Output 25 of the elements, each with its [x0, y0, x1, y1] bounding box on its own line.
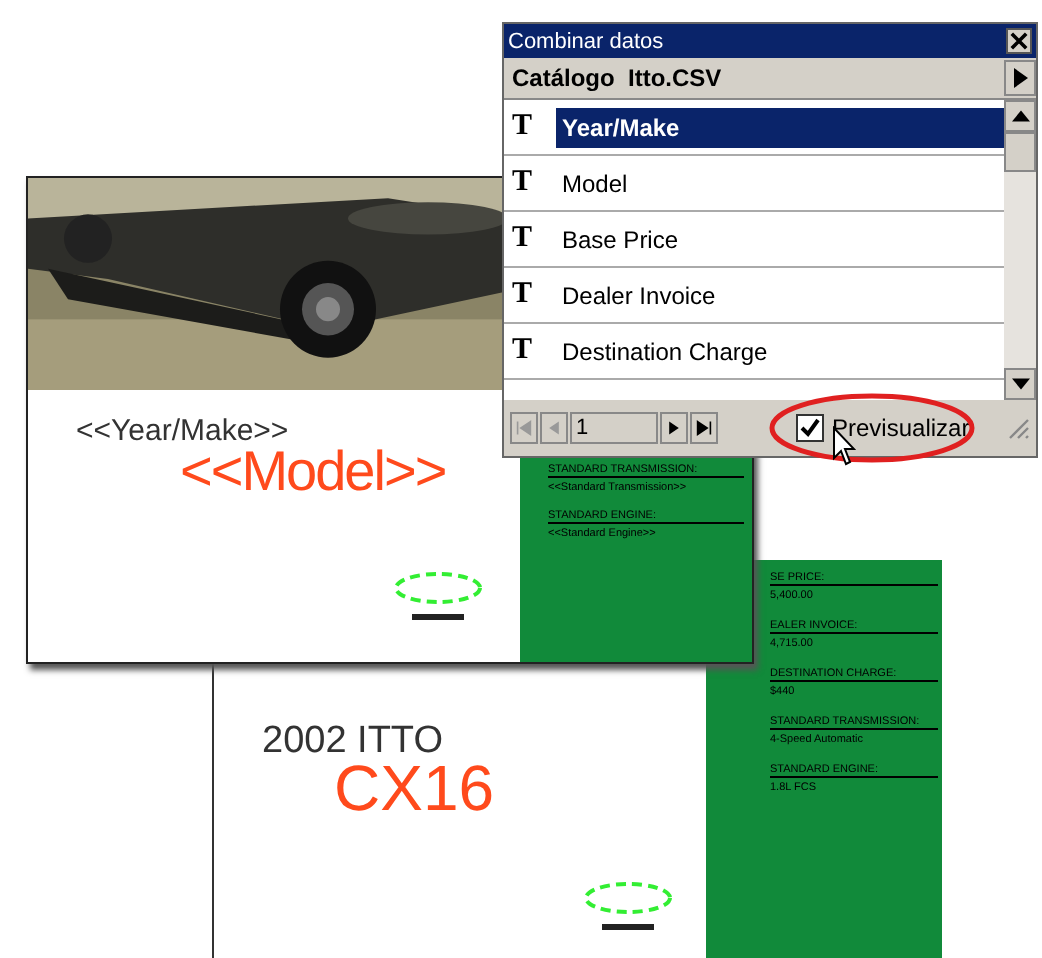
text-field-icon: T: [512, 110, 556, 144]
data-source-name: Catálogo Itto.CSV: [510, 64, 722, 92]
preview-checkbox[interactable]: [796, 414, 824, 442]
last-icon: [696, 420, 712, 436]
text-field-icon: T: [512, 278, 556, 312]
close-icon: [1010, 32, 1028, 50]
scrollbar[interactable]: [1004, 100, 1036, 400]
triangle-right-icon: [1012, 68, 1028, 88]
text-field-icon: T: [512, 334, 556, 368]
panel-title[interactable]: Combinar datos: [508, 29, 664, 53]
resize-grip-icon[interactable]: [1006, 416, 1030, 440]
text-field-icon: T: [512, 222, 556, 256]
previous-icon: [546, 420, 562, 436]
panel-menu-button[interactable]: [1004, 60, 1036, 96]
scroll-thumb[interactable]: [1004, 132, 1036, 172]
next-record-button[interactable]: [660, 412, 688, 444]
last-record-button[interactable]: [690, 412, 718, 444]
record-number-field[interactable]: 1: [570, 412, 658, 444]
scroll-up-icon[interactable]: [1011, 110, 1029, 122]
text-field-icon: T: [512, 166, 556, 200]
field-item[interactable]: T Destination Charge: [504, 324, 1004, 380]
scroll-down-icon[interactable]: [1011, 378, 1029, 390]
close-button[interactable]: [1006, 28, 1032, 54]
next-icon: [666, 420, 682, 436]
first-icon: [516, 420, 532, 436]
